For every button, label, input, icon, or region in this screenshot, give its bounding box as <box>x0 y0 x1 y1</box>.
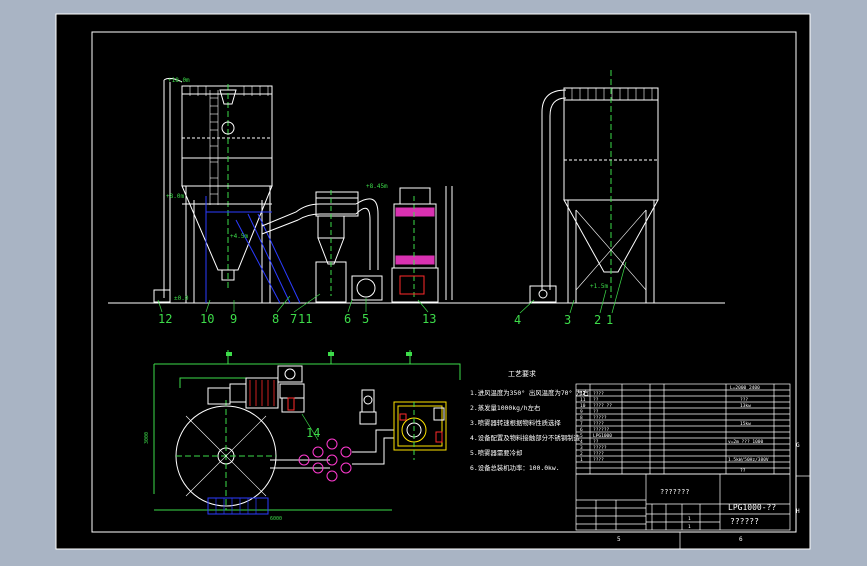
plan-dim-horizontal: 6000 <box>270 516 282 522</box>
title-block-value: 1 <box>688 524 691 530</box>
row-name: ?? <box>593 409 599 415</box>
plan-dim-vertical: 3000 <box>144 432 150 444</box>
row-number: 10 <box>580 403 586 409</box>
row-number: 5 <box>580 433 583 439</box>
row-number: 7 <box>580 421 583 427</box>
row-name: ?? <box>593 439 599 445</box>
row-number: 9 <box>580 409 583 415</box>
part-number: 10 <box>200 312 214 326</box>
part-number: 13 <box>422 312 436 326</box>
zone-number: 6 <box>739 536 743 543</box>
part-number: 12 <box>158 312 172 326</box>
notes-heading: 工艺要求 <box>508 369 536 378</box>
note-line: 5.喷雾器需要冷却 <box>470 448 522 457</box>
zone-number: 5 <box>617 536 621 543</box>
part-number: 2 <box>594 313 601 327</box>
part-number: 1 <box>606 313 613 327</box>
cad-drawing-canvas: +18.0m +8.0m +8.45m ±0.0 +4.5m 12 10 9 8… <box>0 0 867 562</box>
part-number: 4 <box>514 313 521 327</box>
row-number: 4 <box>580 439 583 445</box>
row-number: 3 <box>580 445 583 451</box>
row-number: 12 <box>580 391 586 397</box>
part-number: 14 <box>306 426 320 440</box>
elevation-ground-label: ±0.0 <box>174 295 189 302</box>
row-number: 8 <box>580 415 583 421</box>
part-number: 7 <box>290 312 297 326</box>
row-name: ???? ?? <box>593 403 612 409</box>
elevation-cone-label: +4.5m <box>230 233 248 240</box>
company-name: ??????? <box>660 488 690 496</box>
drawing-number: LPG1000-?? <box>728 503 776 512</box>
row-name: ???? <box>593 451 604 457</box>
elevation-outlet-label: +1.5m <box>590 283 608 290</box>
row-number: 2 <box>580 451 583 457</box>
note-line: 2.蒸发量1000kg/h左右 <box>470 403 540 412</box>
row-name: ?? <box>593 397 599 403</box>
row-name: ????? <box>593 445 607 451</box>
title-block-value: 1 <box>688 516 691 522</box>
spec-text: 15kw <box>740 421 751 427</box>
part-number: 8 <box>272 312 279 326</box>
part-number: 11 <box>298 312 312 326</box>
part-number: 9 <box>230 312 237 326</box>
spec-text: v=2m ??? 1000 <box>728 439 764 445</box>
elevation-cyclone-label: +8.45m <box>366 183 388 190</box>
row-name: ???? <box>593 457 604 463</box>
note-line: 3.喷雾器转速根据物料性质选择 <box>470 418 561 427</box>
drawing-svg: +18.0m +8.0m +8.45m ±0.0 +4.5m 12 10 9 8… <box>55 13 811 550</box>
spec-text: L=2000 2400 <box>730 385 760 391</box>
part-number: 6 <box>344 312 351 326</box>
spec-text: 13kw <box>740 403 751 409</box>
row-name: ???? <box>593 421 604 427</box>
sheet-outer-frame <box>55 13 811 550</box>
part-number: 5 <box>362 312 369 326</box>
row-name: ????? <box>593 415 607 421</box>
zone-letter: H <box>796 508 800 515</box>
elevation-mid-label: +8.0m <box>166 193 184 200</box>
row-number: 1 <box>580 457 583 463</box>
spec-text: ?? <box>740 468 746 474</box>
row-number: 6 <box>580 427 583 433</box>
row-name: LPG1000 <box>593 433 612 439</box>
row-name: ?????? <box>593 427 610 433</box>
elevation-top-label: +18.0m <box>168 77 190 84</box>
spec-text: 1.5kW/50Hz/380V <box>728 457 769 463</box>
note-line: 4.设备配置及物料接触部分不锈钢制造 <box>470 433 581 442</box>
row-number: 11 <box>580 397 586 403</box>
note-line: 6.设备总装机功率：100.0kw. <box>470 463 560 472</box>
zone-letter: G <box>796 442 800 449</box>
part-number: 3 <box>564 313 571 327</box>
note-line: 1.进风温度为350° 出风温度为70° 左右 <box>470 388 589 397</box>
spec-text: ??? <box>740 397 748 403</box>
row-name: ???? <box>593 391 604 397</box>
drawing-name: ?????? <box>730 517 759 526</box>
